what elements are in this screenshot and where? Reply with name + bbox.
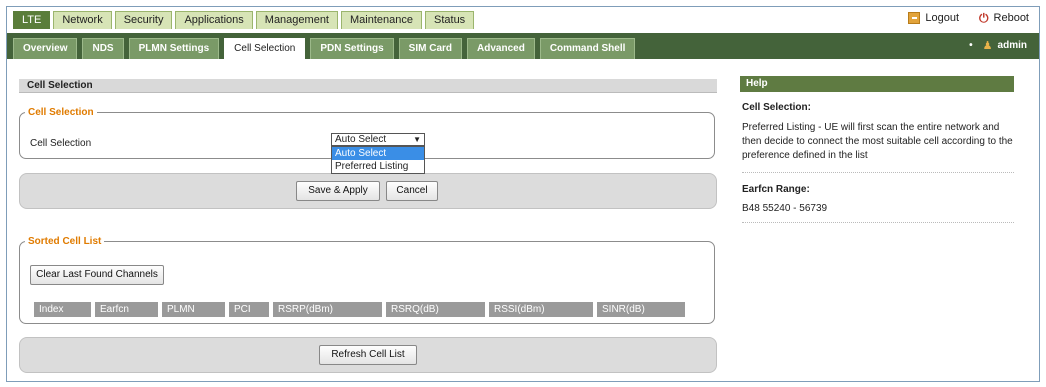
tab-lte[interactable]: LTE <box>13 11 51 29</box>
section-title: Cell Selection <box>19 79 717 93</box>
router-admin-page: LTE Network Security Applications Manage… <box>6 6 1040 382</box>
refresh-bar: Refresh Cell List <box>19 337 717 373</box>
col-index: Index <box>34 302 91 317</box>
logout-icon <box>908 12 921 24</box>
subtab-pdn-settings[interactable]: PDN Settings <box>310 38 394 59</box>
user-icon: ♟ <box>982 40 993 52</box>
power-icon: ⏻ <box>979 11 989 25</box>
col-plmn: PLMN <box>162 302 225 317</box>
subtab-cell-selection[interactable]: Cell Selection <box>224 38 306 59</box>
user-menu[interactable]: • ♟ admin <box>969 39 1027 52</box>
sorted-cell-list-group: Sorted Cell List Clear Last Found Channe… <box>19 236 715 324</box>
tab-maintenance[interactable]: Maintenance <box>341 11 422 29</box>
option-preferred-listing[interactable]: Preferred Listing <box>332 160 424 173</box>
col-rsrp: RSRP(dBm) <box>273 302 382 317</box>
clear-channels-button[interactable]: Clear Last Found Channels <box>30 265 164 285</box>
action-bar: Save & Apply Cancel <box>19 173 717 209</box>
help-divider <box>742 172 1014 173</box>
subtab-overview[interactable]: Overview <box>13 38 78 59</box>
username: admin <box>997 40 1027 51</box>
option-auto-select[interactable]: Auto Select <box>332 147 424 160</box>
col-rssi: RSSI(dBm) <box>489 302 593 317</box>
col-pci: PCI <box>229 302 269 317</box>
cell-selection-select[interactable]: Auto Select ▼ <box>331 133 425 146</box>
subtab-command-shell[interactable]: Command Shell <box>539 38 636 59</box>
tab-management[interactable]: Management <box>255 11 338 29</box>
subtab-sim-card[interactable]: SIM Card <box>398 38 463 59</box>
tab-network[interactable]: Network <box>53 11 112 29</box>
cell-selection-value: Auto Select <box>335 134 387 145</box>
subtab-nds[interactable]: NDS <box>82 38 124 59</box>
col-rsrq: RSRQ(dB) <box>386 302 485 317</box>
tab-status[interactable]: Status <box>425 11 475 29</box>
reboot-link[interactable]: ⏻ Reboot <box>979 12 1029 24</box>
tab-security[interactable]: Security <box>114 11 173 29</box>
col-earfcn: Earfcn <box>95 302 158 317</box>
cancel-button[interactable]: Cancel <box>386 181 438 201</box>
subtab-advanced[interactable]: Advanced <box>467 38 535 59</box>
refresh-cell-list-button[interactable]: Refresh Cell List <box>319 345 417 365</box>
main-tabs: LTE Network Security Applications Manage… <box>13 11 477 29</box>
help-header: Help <box>740 76 1014 92</box>
help-earfcn-title: Earfcn Range: <box>742 184 810 195</box>
save-apply-button[interactable]: Save & Apply <box>296 181 380 201</box>
dropdown-arrow-icon: ▼ <box>413 135 421 144</box>
cell-list-header: Index Earfcn PLMN PCI RSRP(dBm) RSRQ(dB)… <box>34 302 685 317</box>
sorted-cell-list-legend: Sorted Cell List <box>28 236 102 247</box>
cell-selection-dropdown: Auto Select Preferred Listing <box>331 146 425 174</box>
reboot-label: Reboot <box>993 12 1029 24</box>
cell-selection-legend: Cell Selection <box>28 107 94 118</box>
sub-nav: Overview NDS PLMN Settings Cell Selectio… <box>7 33 1039 59</box>
subtab-plmn-settings[interactable]: PLMN Settings <box>128 38 220 59</box>
cell-selection-label: Cell Selection <box>30 138 92 149</box>
help-earfcn-text: B48 55240 - 56739 <box>742 203 828 214</box>
help-cell-selection-text: Preferred Listing - UE will first scan t… <box>742 122 1013 161</box>
help-cell-selection-title: Cell Selection: <box>742 102 811 113</box>
cell-selection-group: Cell Selection Cell Selection Auto Selec… <box>19 107 715 174</box>
logout-label: Logout <box>925 12 960 24</box>
col-sinr: SINR(dB) <box>597 302 685 317</box>
top-nav: LTE Network Security Applications Manage… <box>7 7 1039 33</box>
sub-tabs: Overview NDS PLMN Settings Cell Selectio… <box>13 38 640 59</box>
top-links: Logout ⏻ Reboot <box>888 12 1029 24</box>
tab-applications[interactable]: Applications <box>175 11 253 29</box>
logout-link[interactable]: Logout <box>908 12 959 24</box>
help-divider <box>742 222 1014 223</box>
bullet-icon: • <box>969 40 973 51</box>
